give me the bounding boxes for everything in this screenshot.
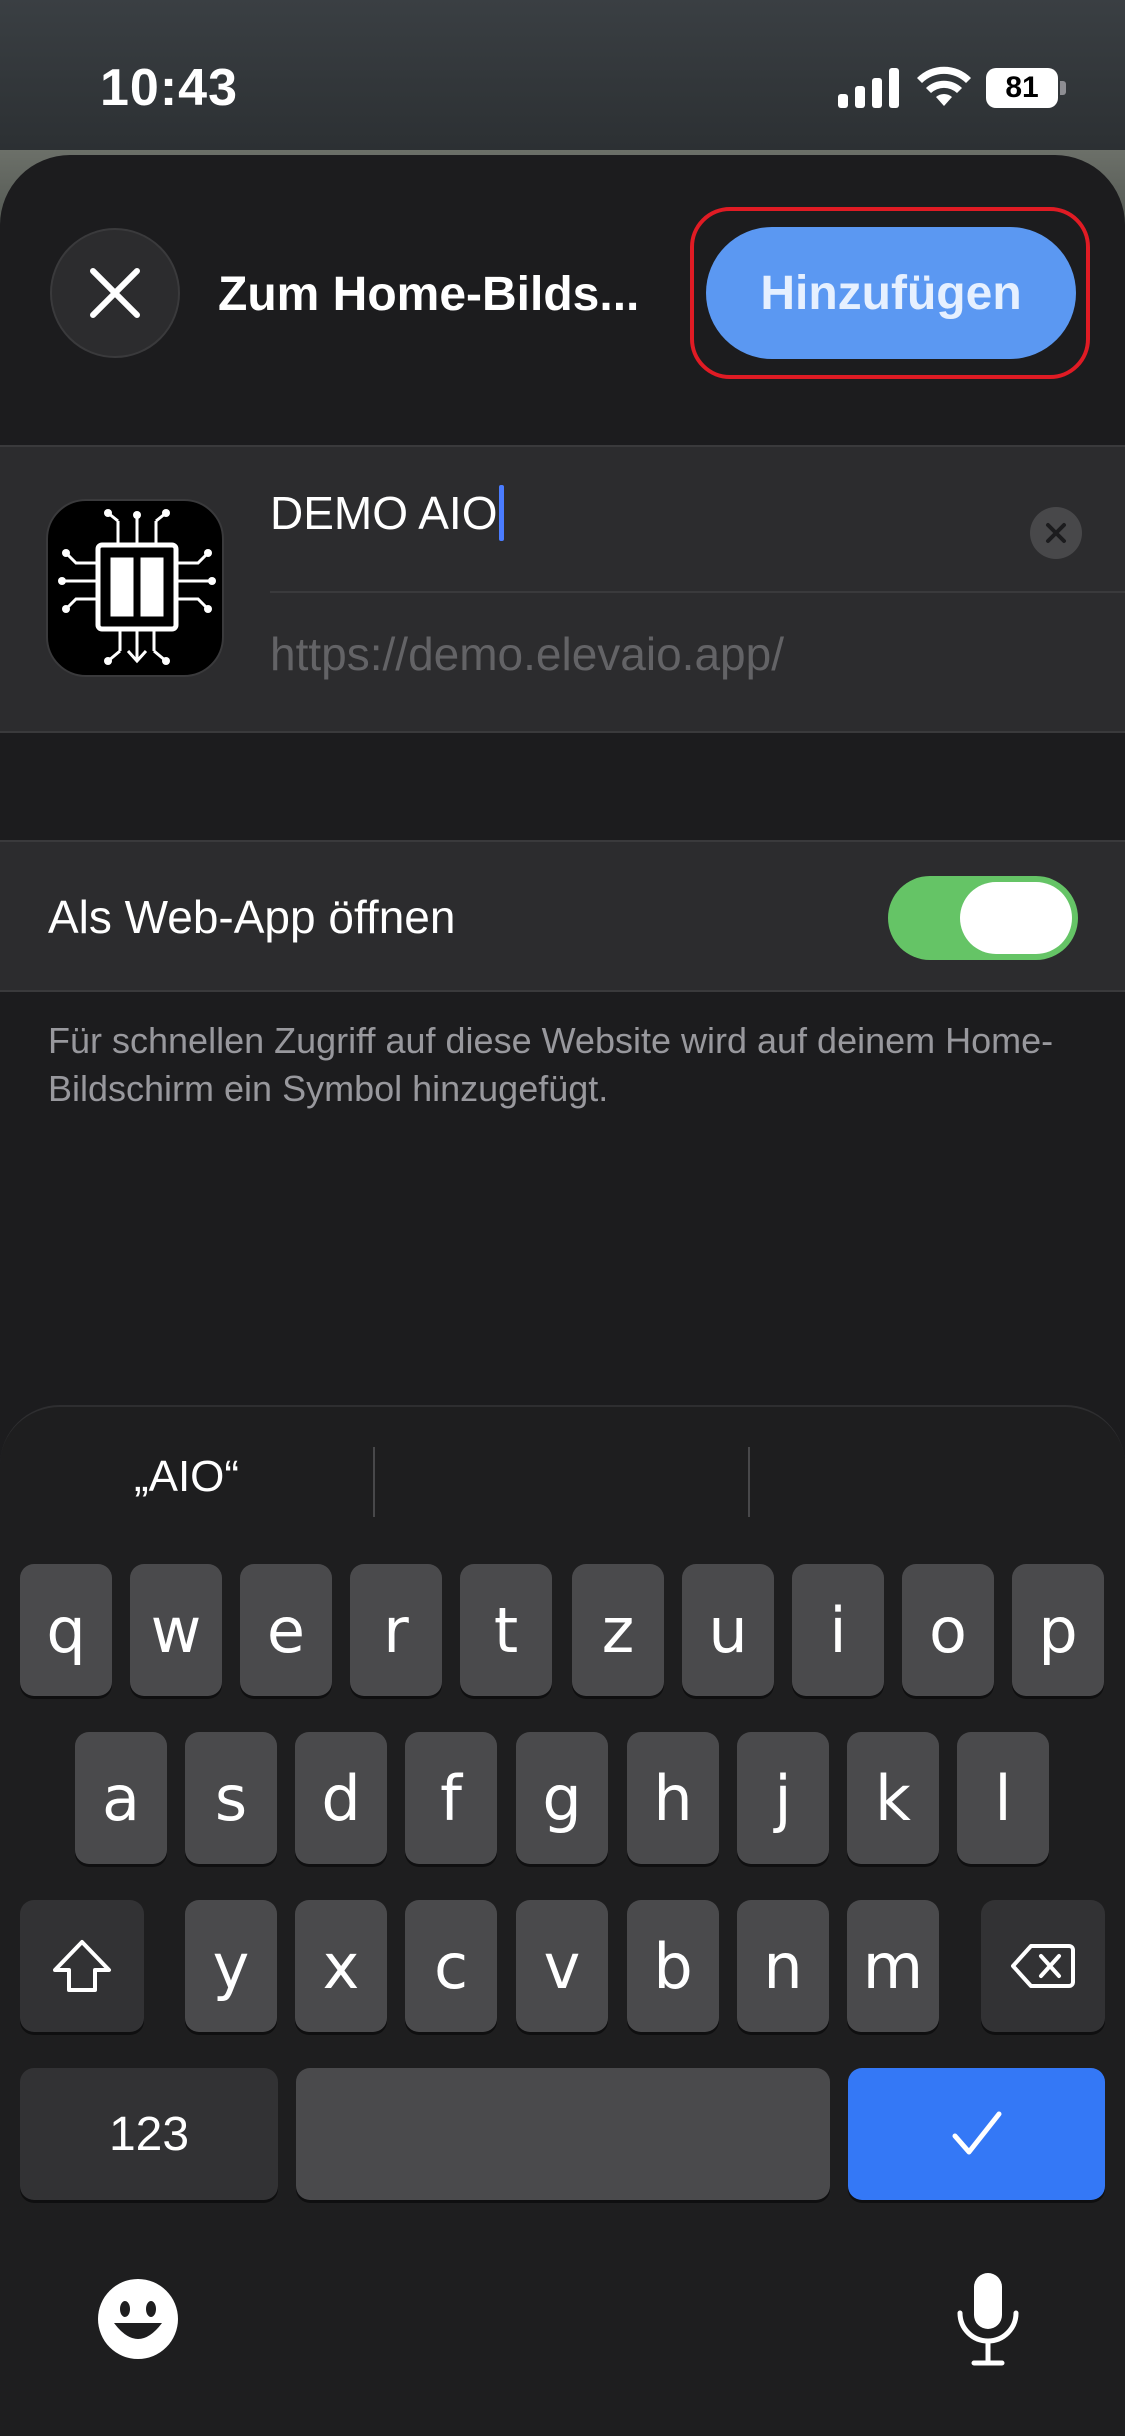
key-e[interactable]: e	[240, 1564, 332, 1696]
cellular-signal-icon	[838, 68, 900, 108]
key-r[interactable]: r	[350, 1564, 442, 1696]
divider	[270, 591, 1125, 593]
key-h[interactable]: h	[627, 1732, 719, 1864]
emoji-button[interactable]	[96, 2277, 180, 2361]
key-k[interactable]: k	[847, 1732, 939, 1864]
sheet-title: Zum Home-Bilds...	[218, 268, 640, 321]
status-time: 10:43	[100, 59, 238, 117]
key-g[interactable]: g	[516, 1732, 608, 1864]
key-i[interactable]: i	[792, 1564, 884, 1696]
close-button[interactable]	[50, 228, 180, 358]
clear-text-button[interactable]	[1030, 507, 1082, 559]
numbers-key[interactable]: 123	[20, 2068, 278, 2200]
key-y[interactable]: y	[185, 1900, 277, 2032]
suggestion-1[interactable]: „AIO“	[0, 1452, 373, 1502]
microphone-icon	[957, 2273, 1019, 2366]
text-cursor	[499, 485, 505, 541]
web-app-row: Als Web-App öffnen	[0, 840, 1125, 992]
key-p[interactable]: p	[1012, 1564, 1104, 1696]
key-l[interactable]: l	[957, 1732, 1049, 1864]
clear-icon	[1046, 523, 1066, 543]
close-icon	[90, 268, 140, 318]
backspace-icon	[1011, 1944, 1075, 1988]
wifi-icon	[917, 66, 971, 106]
key-s[interactable]: s	[185, 1732, 277, 1864]
name-input-value: DEMO AIO	[270, 487, 498, 539]
key-c[interactable]: c	[405, 1900, 497, 2032]
key-n[interactable]: n	[737, 1900, 829, 2032]
app-icon	[46, 499, 224, 677]
web-app-label: Als Web-App öffnen	[48, 891, 456, 943]
web-app-toggle[interactable]	[888, 876, 1078, 960]
battery-level: 81	[986, 68, 1058, 108]
key-z[interactable]: z	[572, 1564, 664, 1696]
key-x[interactable]: x	[295, 1900, 387, 2032]
shift-key[interactable]	[20, 1900, 144, 2032]
delete-key[interactable]	[981, 1900, 1105, 2032]
toggle-knob	[960, 882, 1072, 954]
suggestion-divider	[748, 1447, 750, 1517]
key-u[interactable]: u	[682, 1564, 774, 1696]
checkmark-icon	[952, 2111, 1001, 2155]
suggestion-divider	[373, 1447, 375, 1517]
shift-icon	[53, 1940, 111, 1992]
bookmark-card: DEMO AIO https://demo.elevaio.app/	[0, 445, 1125, 733]
done-key[interactable]	[848, 2068, 1105, 2200]
key-v[interactable]: v	[516, 1900, 608, 2032]
add-button-label: Hinzufügen	[760, 266, 1022, 320]
space-key[interactable]	[296, 2068, 830, 2200]
key-w[interactable]: w	[130, 1564, 222, 1696]
dictation-button[interactable]	[950, 2269, 1026, 2369]
battery-icon: 81	[986, 68, 1066, 108]
key-a[interactable]: a	[75, 1732, 167, 1864]
key-j[interactable]: j	[737, 1732, 829, 1864]
status-bar: 10:43 81	[0, 0, 1125, 150]
key-t[interactable]: t	[460, 1564, 552, 1696]
key-d[interactable]: d	[295, 1732, 387, 1864]
key-b[interactable]: b	[627, 1900, 719, 2032]
key-f[interactable]: f	[405, 1732, 497, 1864]
emoji-icon	[98, 2279, 178, 2359]
name-input[interactable]: DEMO AIO	[270, 485, 505, 541]
keyboard: „AIO“ q w e r t z u i o p a s d f g h j …	[0, 1405, 1125, 2436]
circuit-chip-icon	[58, 509, 216, 665]
hint-text: Für schnellen Zugriff auf diese Website …	[48, 1020, 1054, 1109]
add-button[interactable]: Hinzufügen	[706, 227, 1076, 359]
key-o[interactable]: o	[902, 1564, 994, 1696]
url-field: https://demo.elevaio.app/	[270, 628, 784, 680]
key-q[interactable]: q	[20, 1564, 112, 1696]
key-m[interactable]: m	[847, 1900, 939, 2032]
